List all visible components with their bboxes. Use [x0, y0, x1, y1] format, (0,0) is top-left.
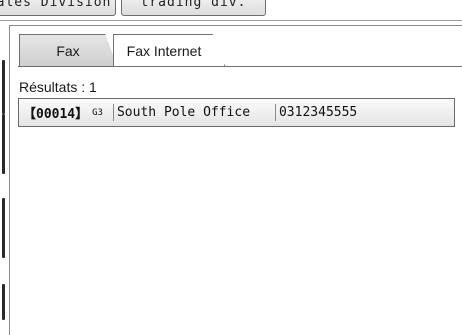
rail-segment: [2, 198, 5, 258]
destination-name: South Pole Office: [116, 105, 251, 120]
tab-label: Fax Internet: [126, 42, 202, 59]
top-divider: [0, 20, 462, 21]
column-separator: [274, 104, 276, 121]
tab-label: Fax: [56, 42, 80, 59]
search-results-panel: [9, 25, 462, 335]
tab-underline: [18, 66, 462, 67]
destination-code: 【00014】: [23, 107, 89, 122]
tab-fax-internet[interactable]: Fax Internet: [113, 34, 225, 66]
fax-type-badge: G3: [92, 107, 103, 118]
destination-group-button-trading-div[interactable]: trading div.: [121, 0, 266, 16]
rail-segment: [2, 284, 5, 320]
fax-number: 0312345555: [278, 105, 358, 120]
button-label: ales Division: [0, 0, 112, 10]
result-row[interactable]: 【00014】 G3 South Pole Office 0312345555: [18, 98, 455, 127]
destination-group-button-sales-division[interactable]: ales Division: [0, 0, 116, 16]
column-separator: [112, 104, 114, 121]
rail-segment: [2, 60, 5, 114]
rail-segment: [2, 114, 5, 174]
results-count: Résultats : 1: [19, 79, 97, 95]
tab-fax[interactable]: Fax: [19, 34, 117, 66]
left-scroll-rail[interactable]: [0, 22, 8, 331]
button-label: trading div.: [140, 0, 247, 10]
